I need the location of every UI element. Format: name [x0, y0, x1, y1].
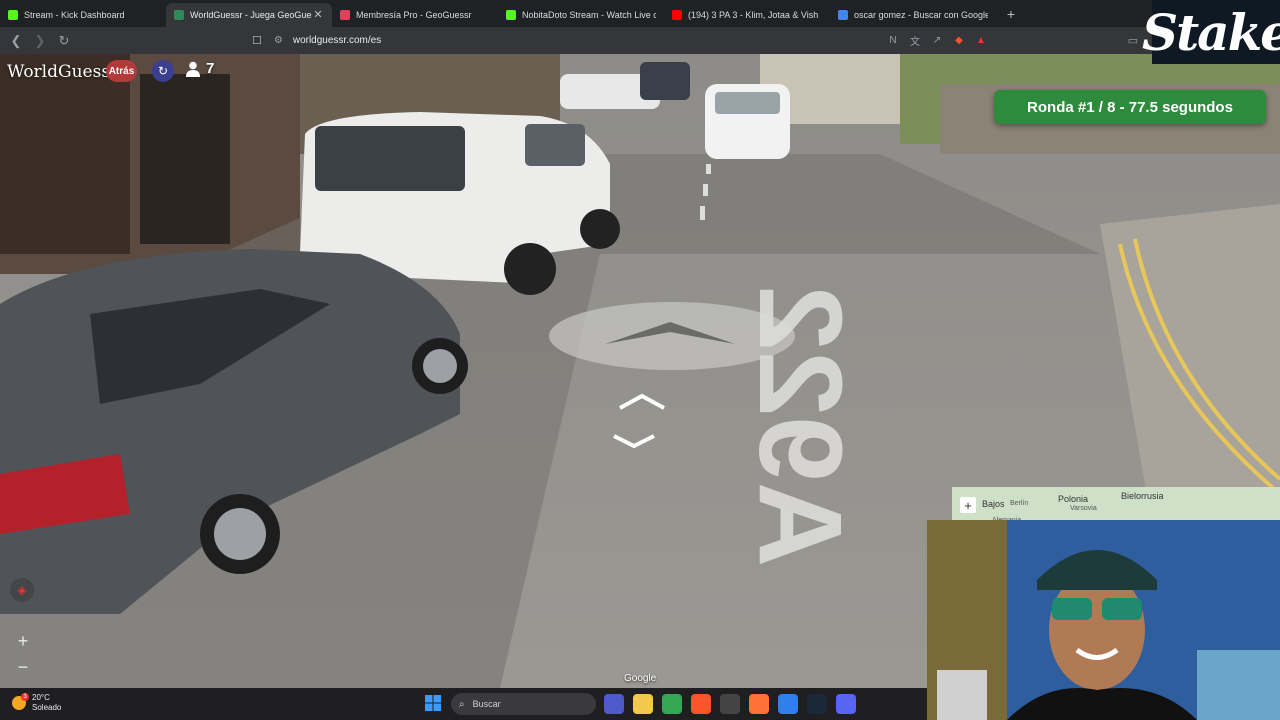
browser-tab[interactable]: Membresía Pro - GeoGuessr — [332, 3, 498, 27]
brave-app-icon[interactable] — [691, 694, 711, 714]
windows-taskbar: 3 20°C Soleado ⌕ Buscar — [0, 688, 927, 720]
discord-app-icon[interactable] — [836, 694, 856, 714]
road-marking-text: A922 — [734, 285, 866, 567]
pinned-apps — [604, 694, 856, 714]
brave-rewards-icon[interactable]: ▲ — [974, 31, 988, 49]
tab-favicon-icon — [838, 9, 848, 20]
browser-tab-strip: Stream - Kick Dashboard WorldGuessr - Jue… — [0, 0, 1280, 27]
chrome-app-icon[interactable] — [662, 694, 682, 714]
close-tab-icon[interactable]: ✕ — [312, 8, 324, 21]
tab-favicon-icon — [8, 9, 18, 20]
new-tab-button[interactable]: + — [1002, 6, 1020, 22]
player-count-value: 7 — [206, 60, 215, 77]
browser-tab[interactable]: NobitaDoto Stream - Watch Live on K — [498, 3, 664, 27]
tab-title: (194) 3 PA 3 - Klim, Jotaa & Vish — [688, 9, 819, 20]
browser-tab[interactable]: WorldGuessr - Juega GeoGuessr ✕ — [166, 2, 332, 27]
weather-badge: 3 — [21, 693, 29, 701]
google-attribution: Google — [624, 673, 657, 684]
tab-title: oscar gomez - Buscar con Google — [854, 9, 988, 20]
browser-tab[interactable]: Stream - Kick Dashboard — [0, 3, 166, 27]
zoom-in-button[interactable]: + — [10, 628, 36, 654]
back-button[interactable]: Atrás — [106, 60, 137, 82]
back-icon[interactable]: ❮ — [6, 31, 26, 51]
sidebar-icon[interactable]: ▭ — [1124, 31, 1142, 49]
obs-app-icon[interactable] — [720, 694, 740, 714]
temperature: 20°C — [32, 693, 50, 702]
tab-title: Membresía Pro - GeoGuessr — [356, 9, 472, 20]
map-label-bajos: Bajos — [982, 499, 1005, 509]
tab-favicon-icon — [672, 9, 682, 20]
search-icon: ⌕ — [459, 698, 465, 710]
person-icon — [186, 61, 200, 77]
url-text: worldguessr.com/es — [292, 35, 382, 46]
taskbar-search[interactable]: ⌕ Buscar — [451, 693, 596, 715]
stake-sponsor-logo: Stake — [1142, 0, 1280, 64]
tab-favicon-icon — [174, 9, 184, 20]
player-count: 7 — [186, 60, 214, 77]
weather-widget[interactable]: 3 20°C Soleado — [12, 693, 61, 713]
steam-app-icon[interactable] — [807, 694, 827, 714]
compass-icon[interactable]: ◈ — [10, 578, 34, 602]
move-arrows[interactable] — [612, 392, 672, 452]
move-forward-icon[interactable] — [619, 393, 665, 410]
tab-favicon-icon — [506, 9, 516, 20]
streamer-webcam — [927, 520, 1280, 720]
tab-title: WorldGuessr - Juega GeoGuessr — [190, 9, 312, 20]
screen: Stream - Kick Dashboard WorldGuessr - Jue… — [0, 0, 1280, 720]
map-label-bielorrusia: Bielorrusia — [1121, 491, 1164, 501]
file-explorer-app-icon[interactable] — [633, 694, 653, 714]
map-label-berlin: Berlín — [1010, 500, 1029, 507]
map-label-varsovia: Varsovia — [1070, 505, 1097, 512]
bookmark-icon[interactable]: ☐ — [252, 34, 262, 47]
windows-start-icon[interactable] — [425, 695, 441, 711]
browser-toolbar: ❮ ❯ ↻ ☐ ⚙ worldguessr.com/es N 文 ↗ ◆ ▲ ▭ — [0, 27, 1280, 54]
browser-tab[interactable]: (194) 3 PA 3 - Klim, Jotaa & Vish — [664, 3, 830, 27]
brave-shield-icon[interactable]: ◆ — [952, 31, 966, 49]
store-app-icon[interactable] — [778, 694, 798, 714]
refresh-button[interactable]: ↻ — [152, 60, 174, 82]
minimap-zoom-in-button[interactable]: + — [960, 497, 976, 513]
sun-icon: 3 — [12, 693, 29, 710]
translate-icon[interactable]: 文 — [908, 31, 922, 49]
tab-title: NobitaDoto Stream - Watch Live on K — [522, 9, 656, 20]
tab-favicon-icon — [340, 9, 350, 20]
tab-title: Stream - Kick Dashboard — [24, 9, 125, 20]
forward-icon[interactable]: ❯ — [30, 31, 50, 51]
browser-tab[interactable]: oscar gomez - Buscar con Google — [830, 3, 996, 27]
move-back-icon[interactable] — [613, 434, 655, 449]
teams-app-icon[interactable] — [604, 694, 624, 714]
no-tracking-icon[interactable]: N — [886, 31, 900, 49]
share-icon[interactable]: ↗ — [930, 31, 944, 49]
taskbar-search-placeholder: Buscar — [472, 699, 501, 709]
webcam-feed — [927, 520, 1280, 720]
round-timer-badge: Ronda #1 / 8 - 77.5 segundos — [994, 90, 1266, 124]
reload-icon[interactable]: ↻ — [54, 31, 74, 51]
zoom-out-button[interactable]: − — [10, 654, 36, 680]
zoom-controls: + − — [10, 628, 36, 680]
map-label-polonia: Polonia — [1058, 494, 1089, 504]
site-info-icon[interactable]: ⚙ — [274, 35, 283, 46]
worldguessr-logo[interactable]: WorldGuessr — [7, 62, 118, 82]
weather-condition: Soleado — [32, 703, 62, 712]
firefox-app-icon[interactable] — [749, 694, 769, 714]
